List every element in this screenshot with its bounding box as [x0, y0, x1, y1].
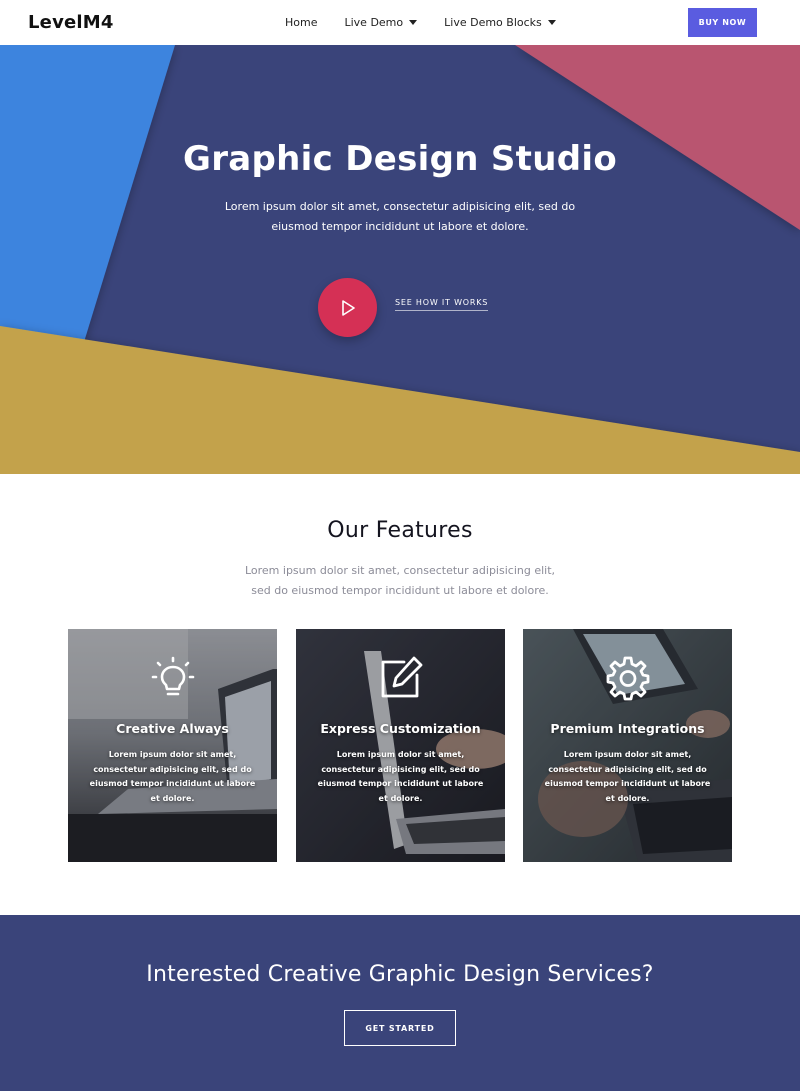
feature-card-customization[interactable]: Express Customization Lorem ipsum dolor …	[296, 629, 505, 862]
features-subtitle: Lorem ipsum dolor sit amet, consectetur …	[244, 564, 556, 597]
see-how-link[interactable]: SEE HOW IT WORKS	[395, 298, 489, 311]
nav-item-live-demo[interactable]: Live Demo	[344, 16, 418, 29]
feature-card-integrations[interactable]: Premium Integrations Lorem ipsum dolor s…	[523, 629, 732, 862]
caret-down-icon	[547, 20, 556, 25]
play-button[interactable]	[318, 278, 377, 337]
feature-card-creative[interactable]: Creative Always Lorem ipsum dolor sit am…	[68, 629, 277, 862]
features-title: Our Features	[327, 518, 473, 543]
nav-item-label: Live Demo	[344, 16, 404, 29]
hero-background-shapes	[0, 45, 800, 474]
card-title: Premium Integrations	[550, 721, 705, 736]
buy-now-button[interactable]: BUY NOW	[688, 8, 757, 37]
gear-icon	[606, 656, 650, 701]
card-text: Lorem ipsum dolor sit amet, consectetur …	[89, 750, 256, 803]
cta-section: Interested Creative Graphic Design Servi…	[0, 915, 800, 1091]
main-menu: Home Live Demo Live Demo Blocks	[285, 0, 583, 45]
card-text: Lorem ipsum dolor sit amet, consectetur …	[544, 750, 711, 803]
caret-down-icon	[409, 20, 418, 25]
card-title: Creative Always	[116, 721, 229, 736]
cta-title: Interested Creative Graphic Design Servi…	[146, 962, 654, 987]
play-icon	[341, 299, 355, 316]
get-started-button[interactable]: GET STARTED	[344, 1010, 456, 1046]
navbar: LevelM4 Home Live Demo Live Demo Blocks …	[0, 0, 800, 45]
hero-subtitle: Lorem ipsum dolor sit amet, consectetur …	[224, 200, 576, 233]
card-text: Lorem ipsum dolor sit amet, consectetur …	[317, 750, 484, 803]
edit-icon	[381, 656, 423, 698]
hero-section: Graphic Design Studio Lorem ipsum dolor …	[0, 45, 800, 474]
hero-title: Graphic Design Studio	[183, 139, 617, 179]
nav-item-label: Live Demo Blocks	[444, 16, 542, 29]
card-title: Express Customization	[320, 721, 481, 736]
nav-item-live-demo-blocks[interactable]: Live Demo Blocks	[444, 16, 556, 29]
lightbulb-icon	[151, 656, 195, 696]
nav-item-home[interactable]: Home	[285, 16, 317, 29]
brand-logo[interactable]: LevelM4	[28, 12, 114, 33]
nav-item-label: Home	[285, 16, 318, 29]
